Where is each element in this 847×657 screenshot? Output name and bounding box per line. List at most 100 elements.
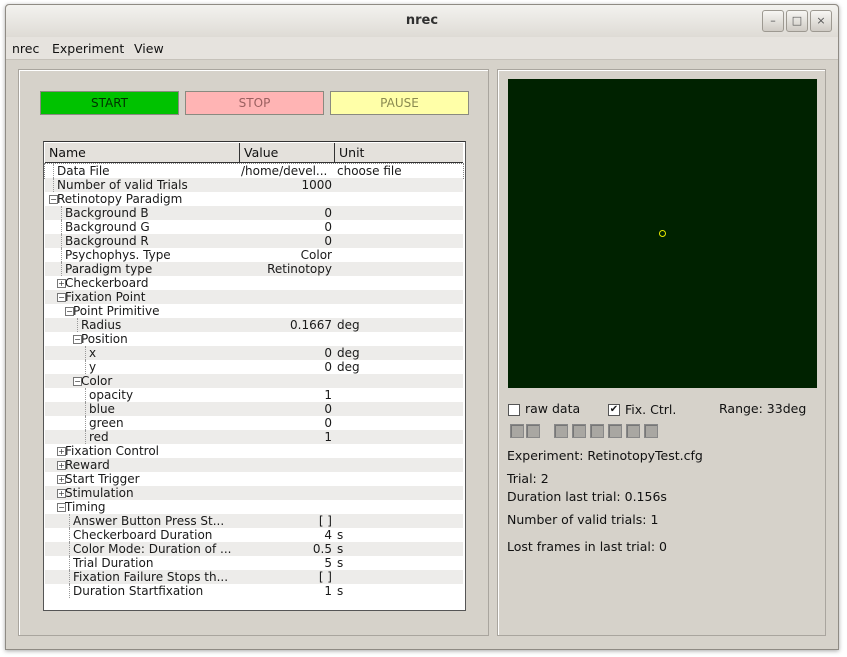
minimize-button[interactable]: – <box>762 10 784 32</box>
range-label: Range: 33deg <box>719 401 807 416</box>
pause-button[interactable]: PAUSE <box>330 91 469 115</box>
tree-row[interactable]: x 0 deg <box>45 346 463 360</box>
tree-row-value[interactable]: 0 <box>241 206 332 220</box>
tree-row[interactable]: − Retinotopy Paradigm <box>45 192 463 206</box>
valid-trials-label: Number of valid trials: 1 <box>507 512 659 527</box>
tree-header: Name Value Unit <box>45 143 463 163</box>
tree-row-name: Fixation Control <box>65 444 159 458</box>
trial-label: Trial: 2 <box>507 471 549 486</box>
menu-experiment[interactable]: Experiment <box>52 41 124 56</box>
tree-row[interactable]: Radius 0.1667 deg <box>45 318 463 332</box>
left-panel: START STOP PAUSE Name Value Unit Data Fi… <box>18 69 489 636</box>
tree-row-value[interactable]: 1000 <box>241 178 332 192</box>
close-button[interactable]: × <box>810 10 832 32</box>
tree-row-value[interactable]: 0 <box>241 346 332 360</box>
tree-row-value[interactable]: 0 <box>241 416 332 430</box>
tree-row[interactable]: red 1 <box>45 430 463 444</box>
title-bar[interactable]: nrec – □ × <box>6 5 838 38</box>
tree-row[interactable]: blue 0 <box>45 402 463 416</box>
tree-row[interactable]: Fixation Failure Stops th... [ ] <box>45 570 463 584</box>
tree-row-value[interactable]: 4 <box>241 528 332 542</box>
tree-row-unit: deg <box>337 360 360 374</box>
tree-row[interactable]: opacity 1 <box>45 388 463 402</box>
tree-row-value[interactable]: /home/devel... <box>241 164 332 178</box>
tree-row-value[interactable]: 1 <box>241 388 332 402</box>
tree-row[interactable]: Color Mode: Duration of ... 0.5 s <box>45 542 463 556</box>
tree-row[interactable]: − Position <box>45 332 463 346</box>
tree-row-value[interactable]: 0 <box>241 234 332 248</box>
tree-row-value[interactable]: Retinotopy <box>241 262 332 276</box>
window-controls: – □ × <box>760 10 832 32</box>
tree-row-value[interactable]: 0.5 <box>241 542 332 556</box>
fixation-point <box>659 230 666 237</box>
tree-row[interactable]: + Checkerboard <box>45 276 463 290</box>
tree-row[interactable]: + Start Trigger <box>45 472 463 486</box>
status-indicator <box>644 424 658 438</box>
tree-row[interactable]: − Color <box>45 374 463 388</box>
duration-last-trial-label: Duration last trial: 0.156s <box>507 489 667 504</box>
menu-nrec[interactable]: nrec <box>12 41 39 56</box>
tree-row-name: Checkerboard Duration <box>73 528 213 542</box>
tree-row-unit: s <box>337 556 344 570</box>
maximize-button[interactable]: □ <box>786 10 808 32</box>
status-indicator <box>626 424 640 438</box>
start-button[interactable]: START <box>40 91 179 115</box>
tree-row[interactable]: − Point Primitive <box>45 304 463 318</box>
main-window: nrec – □ × nrec Experiment View START ST… <box>5 4 839 650</box>
tree-row-value[interactable]: 0 <box>241 220 332 234</box>
tree-row[interactable]: green 0 <box>45 416 463 430</box>
tree-row[interactable]: Background R 0 <box>45 234 463 248</box>
tree-row[interactable]: Number of valid Trials 1000 <box>45 178 463 192</box>
tree-row[interactable]: + Stimulation <box>45 486 463 500</box>
tree-row-value[interactable]: 1 <box>241 584 332 598</box>
tree-row-value[interactable]: 0 <box>241 402 332 416</box>
tree-row-value[interactable]: [ ] <box>241 570 332 584</box>
tree-row[interactable]: + Reward <box>45 458 463 472</box>
window-title: nrec <box>405 13 439 28</box>
tree-row-name: Reward <box>65 458 110 472</box>
tree-row[interactable]: Background G 0 <box>45 220 463 234</box>
stop-button[interactable]: STOP <box>185 91 324 115</box>
tree-row-value[interactable]: [ ] <box>241 514 332 528</box>
tree-row[interactable]: y 0 deg <box>45 360 463 374</box>
tree-row-name: Color <box>81 374 113 388</box>
tree-row-name: Number of valid Trials <box>57 178 188 192</box>
tree-row-name: Fixation Failure Stops th... <box>73 570 229 584</box>
tree-row-name: Start Trigger <box>65 472 140 486</box>
tree-row[interactable]: − Timing <box>45 500 463 514</box>
lost-frames-label: Lost frames in last trial: 0 <box>507 539 668 554</box>
tree-row-name: Data File <box>57 164 110 178</box>
tree-row-value[interactable]: Color <box>241 248 332 262</box>
tree-row-name: Retinotopy Paradigm <box>57 192 183 206</box>
tree-row-name: Background G <box>65 220 150 234</box>
column-header-name[interactable]: Name <box>45 143 240 162</box>
tree-row[interactable]: Checkerboard Duration 4 s <box>45 528 463 542</box>
tree-row[interactable]: Answer Button Press St... [ ] <box>45 514 463 528</box>
tree-row[interactable]: − Fixation Point <box>45 290 463 304</box>
tree-row-value[interactable]: 0.1667 <box>241 318 332 332</box>
status-indicator <box>510 424 524 438</box>
tree-row-name: green <box>89 416 124 430</box>
tree-row-unit: deg <box>337 318 360 332</box>
fix-ctrl-checkbox[interactable]: ✔ <box>608 404 620 416</box>
tree-row[interactable]: + Fixation Control <box>45 444 463 458</box>
tree-row-value[interactable]: 5 <box>241 556 332 570</box>
tree-row-unit[interactable]: choose file <box>337 164 402 178</box>
tree-row[interactable]: Trial Duration 5 s <box>45 556 463 570</box>
menu-view[interactable]: View <box>134 41 164 56</box>
status-indicator <box>572 424 586 438</box>
tree-row-value[interactable]: 0 <box>241 360 332 374</box>
raw-data-checkbox[interactable] <box>508 404 520 416</box>
tree-row[interactable]: Psychophys. Type Color <box>45 248 463 262</box>
column-header-unit[interactable]: Unit <box>335 143 463 162</box>
tree-row-name: opacity <box>89 388 134 402</box>
tree-row-value[interactable]: 1 <box>241 430 332 444</box>
column-header-value[interactable]: Value <box>240 143 335 162</box>
tree-row[interactable]: Paradigm type Retinotopy <box>45 262 463 276</box>
tree-row[interactable]: Duration Startfixation 1 s <box>45 584 463 598</box>
tree-row-unit: s <box>337 542 344 556</box>
parameter-tree[interactable]: Name Value Unit Data File/home/devel... c… <box>43 141 466 611</box>
tree-row[interactable]: Background B 0 <box>45 206 463 220</box>
tree-row[interactable]: Data File/home/devel... choose file <box>44 163 464 179</box>
status-indicator <box>590 424 604 438</box>
